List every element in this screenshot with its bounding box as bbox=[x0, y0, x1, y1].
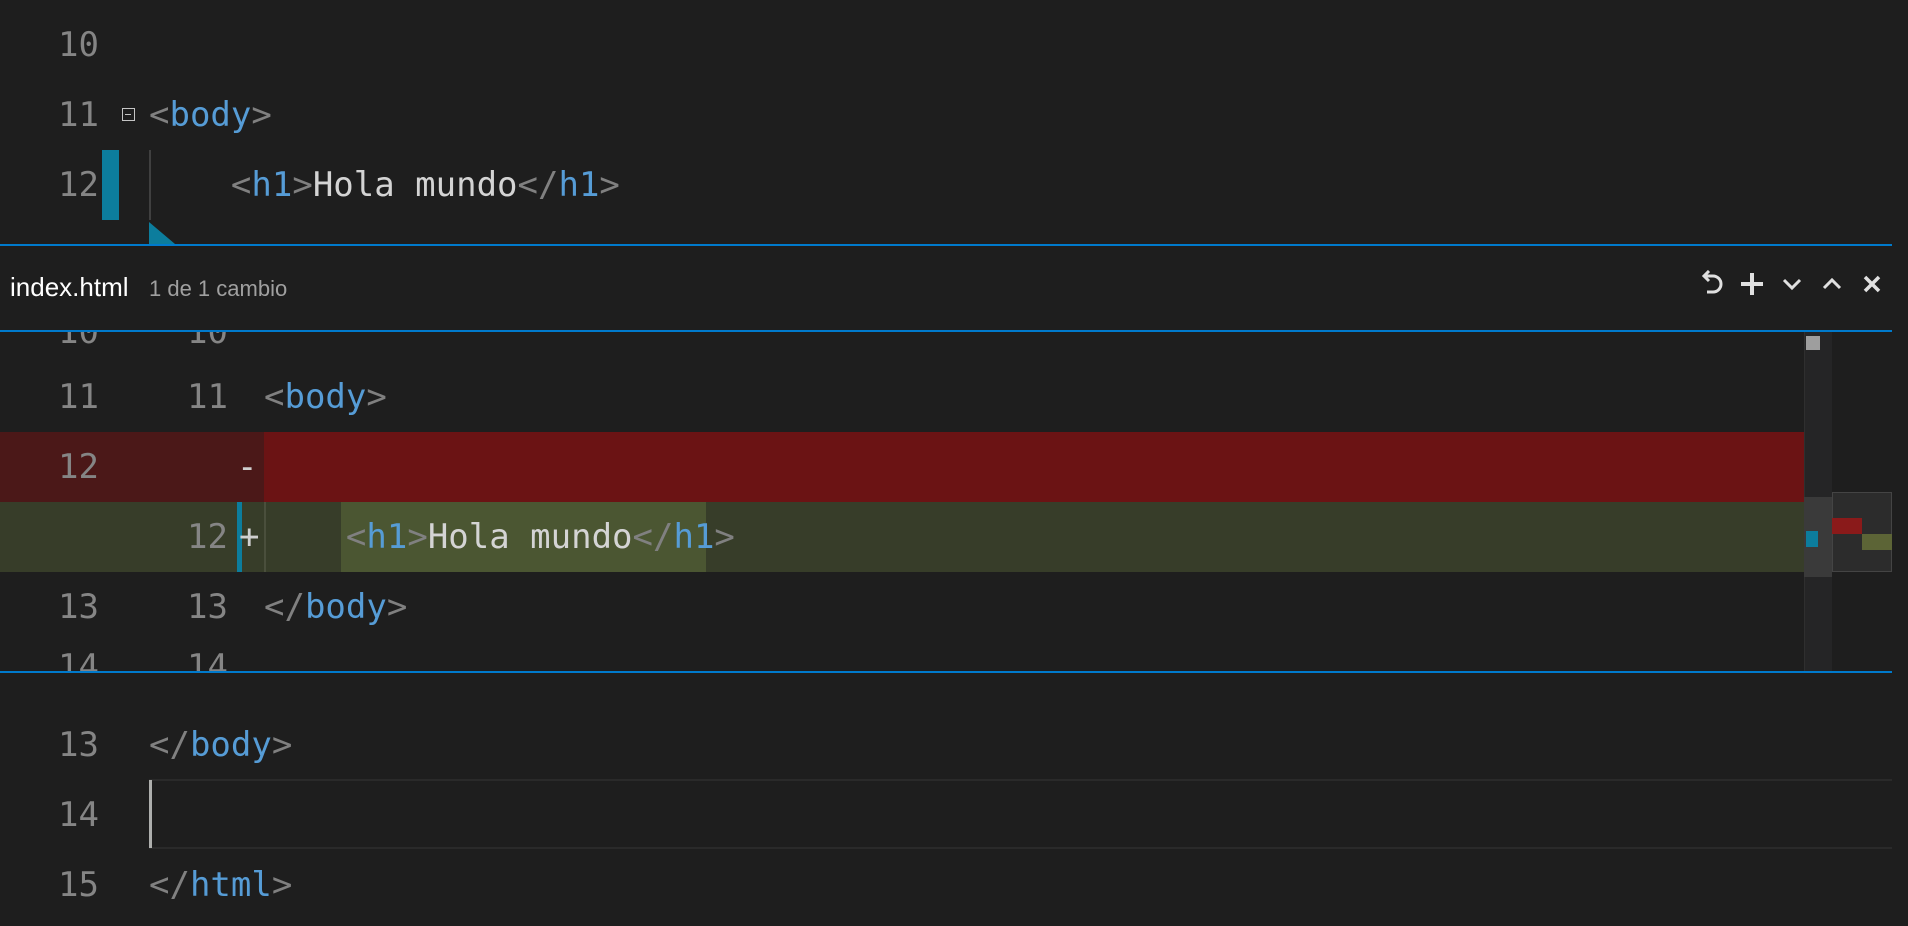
close-peek-button[interactable] bbox=[1855, 264, 1889, 304]
line-number: 14 bbox=[58, 795, 99, 835]
modified-gutter-indicator[interactable] bbox=[102, 150, 119, 220]
peek-border-bottom bbox=[0, 671, 1892, 673]
minimap-added-marker bbox=[1862, 534, 1892, 550]
original-line-number: 14 bbox=[58, 647, 99, 671]
current-line-highlight-bottom bbox=[149, 847, 1892, 849]
previous-change-button[interactable] bbox=[1815, 264, 1849, 304]
dirty-diff-peek-widget: index.html 1 de 1 cambio 10 10 11 11 <bo… bbox=[0, 244, 1892, 673]
line-number: 11 bbox=[58, 95, 99, 135]
code-line[interactable]: <body> bbox=[149, 80, 272, 150]
change-count: 1 de 1 cambio bbox=[149, 276, 288, 301]
code-line[interactable]: </html> bbox=[149, 850, 292, 920]
original-line-number: 12 bbox=[58, 447, 99, 487]
code-line[interactable]: <body> bbox=[264, 362, 387, 432]
deleted-line[interactable] bbox=[0, 432, 1832, 502]
code-line[interactable]: <h1>Hola mundo</h1> bbox=[149, 150, 620, 220]
fold-collapse-icon[interactable] bbox=[122, 108, 135, 121]
overview-ruler-marker bbox=[1806, 531, 1818, 547]
minimap-deleted-marker bbox=[1832, 518, 1862, 534]
text-cursor bbox=[149, 780, 152, 848]
chevron-up-icon bbox=[1822, 277, 1842, 290]
minimap[interactable] bbox=[1832, 332, 1892, 671]
next-change-button[interactable] bbox=[1775, 264, 1809, 304]
revert-button[interactable] bbox=[1695, 264, 1729, 304]
code-line[interactable]: </body> bbox=[149, 710, 292, 780]
addition-sign: + bbox=[239, 517, 260, 557]
scrollbar-thumb[interactable] bbox=[1806, 336, 1820, 350]
line-number: 13 bbox=[58, 725, 99, 765]
revert-icon bbox=[1701, 270, 1723, 294]
peek-pointer-icon bbox=[149, 222, 175, 244]
peek-header: index.html 1 de 1 cambio bbox=[0, 246, 1892, 330]
close-icon bbox=[1863, 275, 1881, 293]
modified-line-number: 12 bbox=[187, 517, 228, 557]
modified-line-number: 11 bbox=[187, 377, 228, 417]
diff-editor[interactable]: 10 10 11 11 <body> 12 - 12 + <h1>Hola mu… bbox=[0, 332, 1892, 671]
original-line-number: 11 bbox=[58, 377, 99, 417]
peek-filename[interactable]: index.html bbox=[10, 272, 129, 303]
deletion-sign: - bbox=[237, 447, 258, 487]
current-line-highlight-top bbox=[149, 779, 1892, 781]
line-number: 12 bbox=[58, 165, 99, 205]
line-number: 15 bbox=[58, 865, 99, 905]
chevron-down-icon bbox=[1782, 278, 1802, 291]
code-line[interactable]: </body> bbox=[264, 572, 407, 642]
plus-icon bbox=[1741, 273, 1763, 295]
stage-change-button[interactable] bbox=[1735, 264, 1769, 304]
modified-line-number: 14 bbox=[187, 647, 228, 671]
line-number: 10 bbox=[58, 25, 99, 65]
code-line[interactable]: <h1>Hola mundo</h1> bbox=[264, 502, 735, 572]
